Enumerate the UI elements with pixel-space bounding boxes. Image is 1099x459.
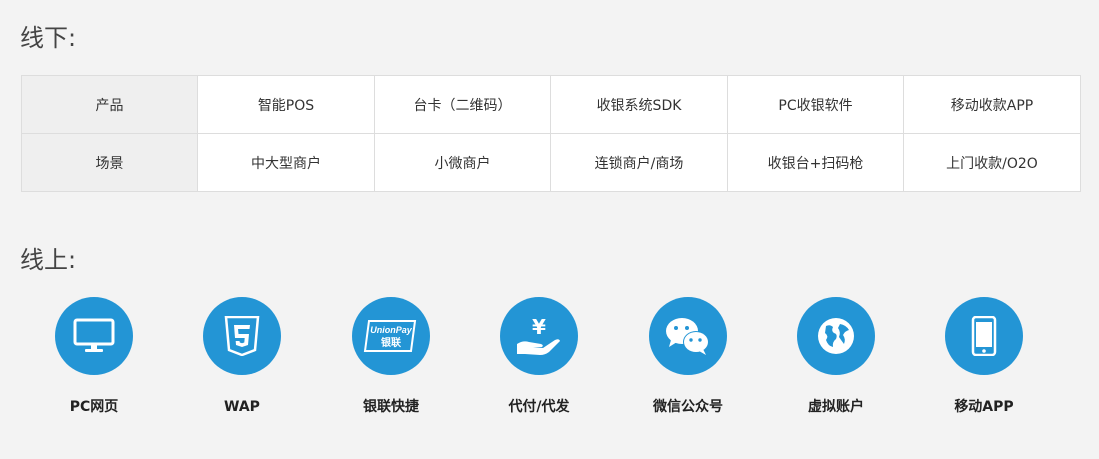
monitor-icon (73, 317, 115, 355)
channel-icon-circle (203, 297, 281, 375)
table-cell: 收银系统SDK (550, 75, 728, 134)
table-cell: 移动收款APP (903, 75, 1081, 134)
table-cell: PC收银软件 (727, 75, 904, 134)
table-row-scenarios: 场景 中大型商户 小微商户 连锁商户/商场 收银台+扫码枪 上门收款/O2O (21, 133, 1081, 192)
html5-icon (224, 316, 260, 356)
channel-wap[interactable]: WAP (168, 297, 316, 417)
channel-icon-circle (945, 297, 1023, 375)
yuan-symbol: ¥ (532, 315, 546, 339)
online-channels: PC网页 WAP UnionPay 银联 银联快捷 ¥ 代付/代发 微信公众号 … (20, 297, 1080, 437)
row-header-products: 产品 (21, 75, 198, 134)
channel-unionpay[interactable]: UnionPay 银联 银联快捷 (317, 297, 465, 417)
yuan-hand-icon: ¥ (515, 314, 563, 358)
wechat-icon (665, 316, 711, 356)
channel-virtual-account[interactable]: 虚拟账户 (762, 297, 910, 417)
channel-label: 银联快捷 (363, 399, 419, 415)
channel-label: PC网页 (69, 399, 119, 415)
table-cell: 小微商户 (374, 133, 551, 192)
channel-wechat-official[interactable]: 微信公众号 (614, 297, 762, 417)
online-section-title: 线上: (20, 246, 77, 274)
channel-payment-disbursement[interactable]: ¥ 代付/代发 (465, 297, 613, 417)
smartphone-icon (971, 316, 997, 356)
channel-icon-circle (797, 297, 875, 375)
channel-label: 移动APP (954, 399, 1014, 415)
table-cell: 中大型商户 (197, 133, 375, 192)
channel-icon-circle (649, 297, 727, 375)
row-header-scenarios: 场景 (21, 133, 198, 192)
channel-label: WAP (224, 399, 260, 415)
table-cell: 智能POS (197, 75, 375, 134)
table-cell: 台卡（二维码） (374, 75, 551, 134)
channel-pc-web[interactable]: PC网页 (20, 297, 168, 417)
unionpay-cn-text: 银联 (381, 336, 401, 349)
channel-icon-circle: UnionPay 银联 (352, 297, 430, 375)
unionpay-brand-text: UnionPay (370, 325, 413, 335)
table-row-products: 产品 智能POS 台卡（二维码） 收银系统SDK PC收银软件 移动收款APP (21, 75, 1081, 134)
channel-icon-circle (55, 297, 133, 375)
channel-label: 代付/代发 (508, 399, 570, 415)
table-cell: 连锁商户/商场 (550, 133, 728, 192)
table-cell: 收银台+扫码枪 (727, 133, 904, 192)
channel-label: 微信公众号 (653, 399, 723, 415)
globe-icon (816, 316, 856, 356)
channel-icon-circle: ¥ (500, 297, 578, 375)
channel-label: 虚拟账户 (808, 399, 864, 415)
offline-section-title: 线下: (20, 24, 77, 52)
offline-products-table: 产品 智能POS 台卡（二维码） 收银系统SDK PC收银软件 移动收款APP … (21, 75, 1081, 192)
table-cell: 上门收款/O2O (903, 133, 1081, 192)
channel-mobile-app[interactable]: 移动APP (910, 297, 1058, 417)
unionpay-card-icon: UnionPay 银联 (363, 318, 419, 354)
